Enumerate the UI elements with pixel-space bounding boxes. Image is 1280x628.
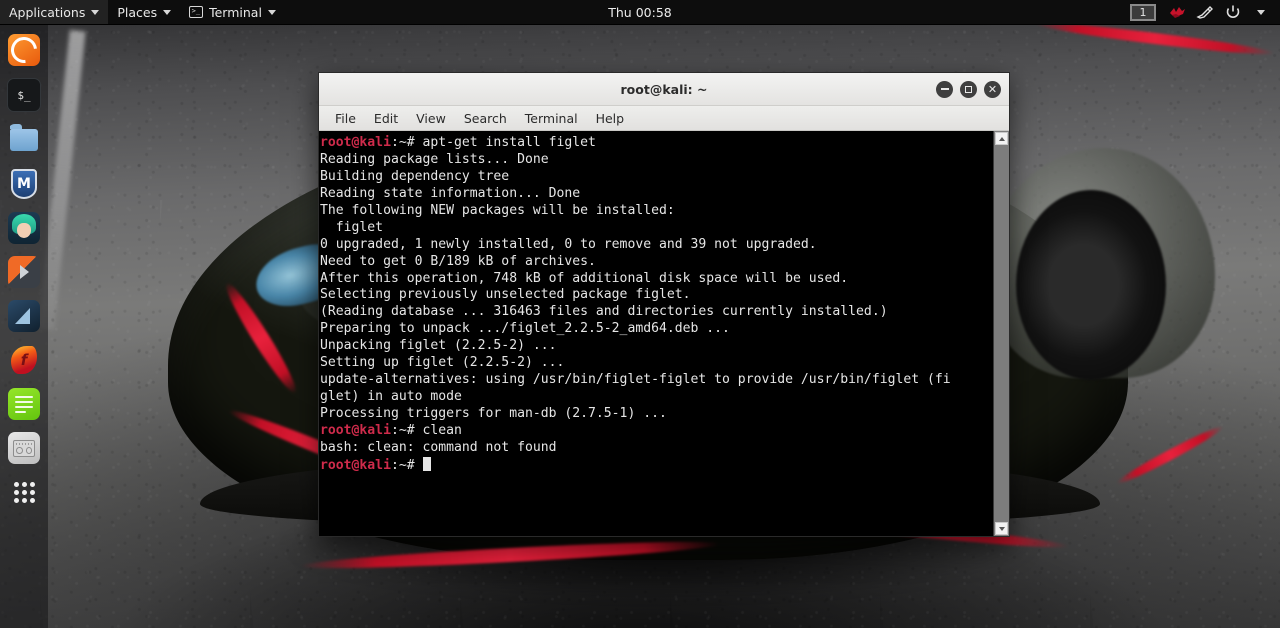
window-title: root@kali: ~	[620, 81, 708, 97]
terminal-icon: $_	[17, 88, 31, 102]
terminal-output-line: (Reading database ... 316463 files and d…	[320, 304, 888, 320]
top-panel: Applications Places >_ Terminal Thu 00:5…	[0, 0, 1280, 25]
menu-help[interactable]: Help	[588, 109, 633, 128]
grid-icon	[13, 481, 35, 503]
window-titlebar[interactable]: root@kali: ~ ✕	[319, 73, 1009, 106]
terminal-output-line: 0 upgraded, 1 newly installed, 0 to remo…	[320, 236, 817, 252]
kali-dragon-glyph	[1170, 7, 1185, 18]
desktop-screen: Applications Places >_ Terminal Thu 00:5…	[0, 0, 1280, 628]
applications-menu[interactable]: Applications	[0, 0, 109, 24]
window-controls: ✕	[936, 73, 1001, 105]
chevron-down-icon	[91, 9, 100, 15]
terminal-prompt-tail: :~# clean	[390, 422, 462, 438]
terminal-window-menu[interactable]: >_ Terminal	[180, 0, 285, 24]
dock-item-burpsuite[interactable]	[8, 256, 40, 288]
workspace-number: 1	[1139, 5, 1147, 19]
terminal-output-line: Selecting previously unselected package …	[320, 287, 691, 303]
scrollbar-up-arrow[interactable]	[995, 132, 1008, 145]
scrollbar-down-arrow[interactable]	[995, 522, 1008, 535]
power-icon[interactable]	[1220, 0, 1246, 24]
menu-search[interactable]: Search	[456, 109, 515, 128]
clock-label: Thu 00:58	[608, 4, 672, 20]
burpsuite-icon	[19, 265, 29, 279]
terminal-output[interactable]: root@kali:~# apt-get install figlet Readi…	[319, 131, 993, 536]
places-menu[interactable]: Places	[108, 0, 180, 24]
menu-terminal[interactable]: Terminal	[517, 109, 586, 128]
terminal-output-line: The following NEW packages will be insta…	[320, 202, 675, 218]
terminal-prompt-user: root@kali	[320, 422, 391, 438]
terminal-output-line: Processing triggers for man-db (2.7.5-1)…	[320, 406, 667, 421]
application-dock: $_ M f	[0, 24, 48, 628]
terminal-output-line: Setting up figlet (2.2.5-2) ...	[320, 355, 565, 371]
dock-item-text-editor[interactable]	[8, 388, 40, 420]
scrollbar-thumb[interactable]	[994, 146, 1009, 521]
terminal-output-line: Reading package lists... Done	[320, 151, 549, 167]
terminal-body[interactable]: root@kali:~# apt-get install figlet Readi…	[319, 131, 1009, 536]
terminal-prompt-user: root@kali	[320, 135, 391, 150]
system-menu-caret[interactable]	[1248, 0, 1274, 24]
terminal-window[interactable]: root@kali: ~ ✕ File Edit View Search Ter…	[318, 72, 1010, 537]
menu-edit[interactable]: Edit	[366, 109, 406, 128]
terminal-prompt-tail: :~#	[390, 457, 423, 473]
terminal-output-line: Unpacking figlet (2.2.5-2) ...	[320, 338, 557, 354]
terminal-output-line: figlet	[320, 219, 384, 235]
applications-menu-label: Applications	[9, 4, 86, 20]
terminal-output-line: update-alternatives: using /usr/bin/figl…	[320, 372, 951, 388]
terminal-output-line: Preparing to unpack .../figlet_2.2.5-2_a…	[320, 321, 730, 337]
power-glyph	[1226, 5, 1240, 18]
flame-icon: f	[11, 346, 37, 374]
terminal-cursor	[422, 456, 431, 471]
shield-icon: M	[11, 169, 37, 199]
terminal-output-line: bash: clean: command not found	[320, 439, 557, 455]
terminal-prompt-tail: :~# apt-get install figlet	[390, 135, 596, 150]
wireshark-icon	[14, 308, 34, 324]
maximize-button[interactable]	[960, 80, 977, 98]
terminal-prompt-user: root@kali	[320, 457, 391, 473]
maximize-icon	[965, 85, 972, 93]
terminal-window-menu-label: Terminal	[209, 4, 262, 20]
kali-dragon-icon[interactable]	[1164, 0, 1190, 24]
terminal-prompt-line: root@kali:~#	[320, 456, 993, 474]
panel-tray: 1	[1130, 0, 1280, 24]
dock-item-settings[interactable]	[8, 432, 40, 464]
terminal-output-line: Need to get 0 B/189 kB of archives.	[320, 253, 596, 269]
minimize-button[interactable]	[936, 80, 953, 98]
dock-item-metasploit[interactable]: M	[8, 168, 40, 200]
close-button[interactable]: ✕	[984, 80, 1001, 98]
chevron-down-icon	[1257, 9, 1265, 15]
dock-item-files[interactable]	[8, 124, 40, 156]
terminal-output-line: Reading state information... Done	[320, 185, 581, 201]
firefox-icon	[8, 34, 40, 66]
dock-item-avatar[interactable]	[8, 212, 40, 244]
dock-item-wireshark[interactable]	[8, 300, 40, 332]
pen-icon[interactable]	[1192, 0, 1218, 24]
terminal-output-line: After this operation, 748 kB of addition…	[320, 270, 849, 286]
terminal-output-line: glet) in auto mode	[320, 389, 462, 405]
terminal-prompt-line: root@kali:~# apt-get install figlet	[320, 135, 993, 152]
window-menubar: File Edit View Search Terminal Help	[319, 106, 1009, 131]
workspace-indicator[interactable]: 1	[1130, 3, 1156, 21]
terminal-output-line: Building dependency tree	[320, 168, 510, 184]
terminal-prompt-line: root@kali:~# clean	[320, 423, 993, 440]
pen-glyph	[1196, 6, 1213, 19]
dock-item-firefox[interactable]	[8, 34, 40, 66]
folder-icon	[10, 124, 38, 151]
gear-icon	[13, 439, 35, 457]
dock-item-show-applications[interactable]	[8, 476, 40, 508]
document-icon	[15, 393, 33, 416]
terminal-icon: >_	[189, 6, 204, 18]
minimize-icon	[940, 88, 949, 90]
dock-item-armitage[interactable]: f	[8, 344, 40, 376]
panel-menus: Applications Places >_ Terminal	[0, 0, 285, 24]
menu-view[interactable]: View	[408, 109, 454, 128]
terminal-scrollbar[interactable]	[993, 131, 1009, 536]
places-menu-label: Places	[117, 4, 158, 20]
menu-file[interactable]: File	[327, 109, 364, 128]
chevron-down-icon	[267, 9, 276, 15]
close-icon: ✕	[987, 82, 998, 96]
avatar-face	[17, 223, 31, 238]
dock-item-terminal[interactable]: $_	[7, 78, 41, 112]
chevron-down-icon	[163, 9, 172, 15]
